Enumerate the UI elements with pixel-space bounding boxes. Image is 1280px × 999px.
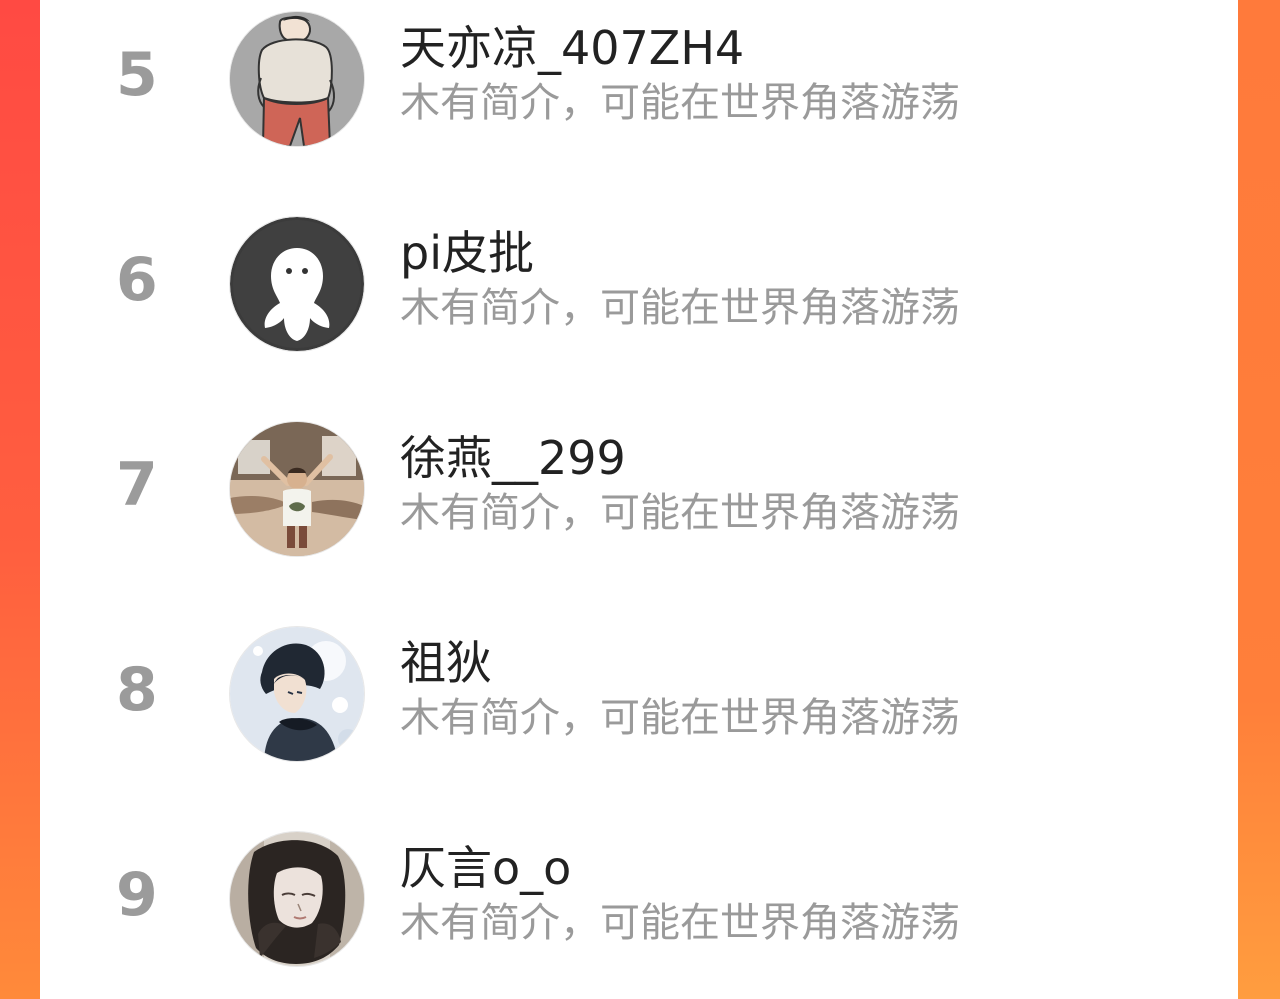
avatar-anime-longhair-icon[interactable] bbox=[230, 832, 364, 966]
rank-number: 5 bbox=[116, 40, 158, 110]
avatar-image bbox=[230, 627, 364, 761]
rank-number: 7 bbox=[116, 450, 158, 520]
rank-number: 6 bbox=[116, 245, 158, 315]
user-intro: 木有简介，可能在世界角落游荡 bbox=[400, 695, 960, 741]
avatar-default-ghost-icon[interactable] bbox=[230, 217, 364, 351]
rank-number: 9 bbox=[116, 860, 158, 930]
rank-number: 8 bbox=[116, 655, 158, 725]
ranking-row[interactable]: 5 天亦凉_407ZH4 木有简介，可能在世界角落游荡 bbox=[40, 0, 1238, 150]
user-name[interactable]: pi皮批 bbox=[400, 227, 534, 279]
ranking-row[interactable]: 9 仄言o_o 木有简介，可能在世界角落游荡 bbox=[40, 820, 1238, 970]
avatar-anime-boy-icon[interactable] bbox=[230, 627, 364, 761]
avatar-cartoon-person-icon[interactable] bbox=[230, 12, 364, 146]
ranking-row[interactable]: 6 pi皮批 木有简介，可能在世界角落游荡 bbox=[40, 205, 1238, 355]
ranking-list-panel: 5 天亦凉_407ZH4 木有简介，可能在世界角落游荡 6 pi皮批 木有简介，… bbox=[40, 0, 1238, 999]
user-intro: 木有简介，可能在世界角落游荡 bbox=[400, 80, 960, 126]
avatar-image bbox=[230, 217, 364, 351]
avatar-image bbox=[230, 422, 364, 556]
right-gradient-edge bbox=[1238, 0, 1280, 999]
user-intro: 木有简介，可能在世界角落游荡 bbox=[400, 490, 960, 536]
user-name[interactable]: 天亦凉_407ZH4 bbox=[400, 22, 744, 74]
user-name[interactable]: 仄言o_o bbox=[400, 842, 571, 894]
ranking-row[interactable]: 8 祖狄 木有简介，可能在世界角落游荡 bbox=[40, 615, 1238, 765]
user-name[interactable]: 祖狄 bbox=[400, 637, 492, 689]
ranking-row[interactable]: 7 徐燕__299 木有简介，可能在世界角落游荡 bbox=[40, 410, 1238, 560]
avatar-child-photo-icon[interactable] bbox=[230, 422, 364, 556]
user-name[interactable]: 徐燕__299 bbox=[400, 432, 626, 484]
user-intro: 木有简介，可能在世界角落游荡 bbox=[400, 285, 960, 331]
avatar-image bbox=[230, 832, 364, 966]
avatar-image bbox=[230, 12, 364, 146]
user-intro: 木有简介，可能在世界角落游荡 bbox=[400, 900, 960, 946]
